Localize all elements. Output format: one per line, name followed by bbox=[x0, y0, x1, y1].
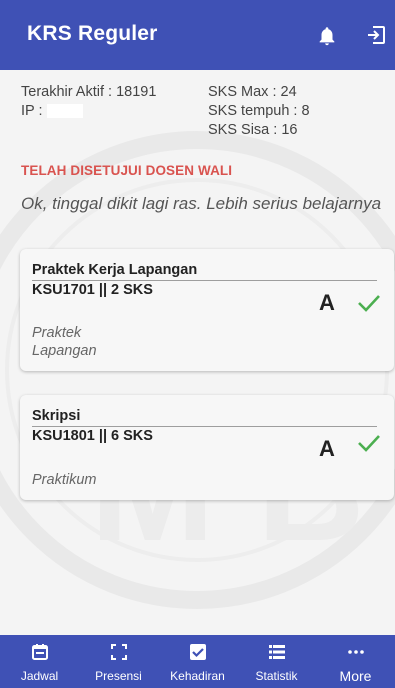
bell-icon[interactable] bbox=[316, 24, 338, 48]
ip-label: IP : bbox=[21, 103, 43, 119]
check-icon bbox=[358, 295, 380, 312]
course-grade: A bbox=[319, 436, 335, 461]
info-right: SKS Max : 24 SKS tempuh : 8 SKS Sisa : 1… bbox=[208, 83, 310, 140]
course-name: Praktek Kerja Lapangan bbox=[32, 262, 198, 278]
course-type-line: Praktikum bbox=[32, 472, 97, 488]
app-bar: KRS Reguler bbox=[0, 0, 395, 70]
course-grade: A bbox=[319, 290, 335, 315]
course-type-line: Praktek bbox=[32, 325, 82, 341]
ip-value-redacted bbox=[46, 104, 83, 119]
course-card[interactable]: Skripsi KSU1801 || 6 SKS A Praktikum bbox=[20, 395, 394, 500]
course-code: KSU1701 || 2 SKS bbox=[32, 282, 153, 298]
sks-sisa-text: SKS Sisa : 16 bbox=[208, 122, 298, 138]
course-type: Praktek Lapangan bbox=[32, 324, 132, 360]
nav-label: Presensi bbox=[95, 669, 142, 683]
scan-icon bbox=[110, 644, 127, 660]
nav-label: Jadwal bbox=[20, 669, 59, 683]
divider bbox=[32, 426, 377, 427]
nav-presensi[interactable]: Presensi bbox=[79, 635, 158, 688]
bottom-navigation: Jadwal Presensi Kehadiran Statistik More bbox=[0, 635, 395, 688]
nav-label: More bbox=[339, 668, 372, 684]
sks-tempuh-text: SKS tempuh : 8 bbox=[208, 103, 310, 119]
nav-kehadiran[interactable]: Kehadiran bbox=[158, 635, 237, 688]
checkbox-icon bbox=[189, 644, 206, 660]
list-icon bbox=[268, 645, 285, 659]
logout-icon[interactable] bbox=[364, 23, 388, 47]
sks-max-text: SKS Max : 24 bbox=[208, 84, 297, 100]
info-left: Terakhir Aktif : 18191 IP : bbox=[21, 83, 156, 121]
course-name: Skripsi bbox=[32, 408, 81, 424]
nav-jadwal[interactable]: Jadwal bbox=[0, 635, 79, 688]
course-type: Praktikum bbox=[32, 471, 132, 489]
course-card[interactable]: Praktek Kerja Lapangan KSU1701 || 2 SKS … bbox=[20, 249, 394, 371]
nav-more[interactable]: More bbox=[316, 635, 395, 688]
course-type-line: Lapangan bbox=[32, 343, 97, 359]
nav-label: Statistik bbox=[255, 669, 298, 683]
more-dots-icon bbox=[347, 650, 364, 654]
ip-row: IP : bbox=[21, 102, 156, 121]
approval-status: TELAH DISETUJUI DOSEN WALI bbox=[21, 163, 233, 178]
course-code: KSU1801 || 6 SKS bbox=[32, 428, 153, 444]
last-active-text: Terakhir Aktif : 18191 bbox=[21, 84, 157, 100]
calendar-icon bbox=[31, 644, 48, 660]
divider bbox=[32, 280, 377, 281]
advisor-note: Ok, tinggal dikit lagi ras. Lebih serius… bbox=[21, 194, 382, 213]
nav-label: Kehadiran bbox=[170, 669, 225, 683]
check-icon bbox=[358, 435, 380, 452]
page-title: KRS Reguler bbox=[27, 22, 158, 45]
nav-statistik[interactable]: Statistik bbox=[237, 635, 316, 688]
